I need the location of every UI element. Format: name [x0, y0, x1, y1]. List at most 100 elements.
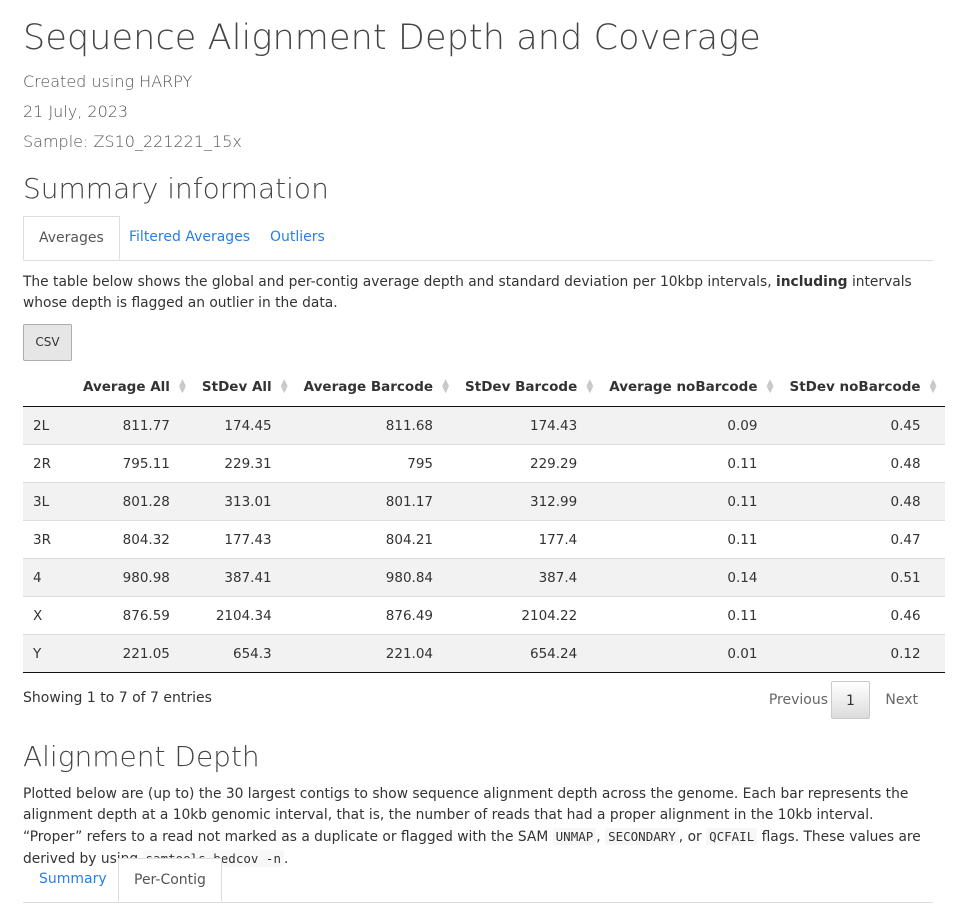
cell-stdev-all: 654.3	[193, 634, 296, 673]
column-header-label: StDev Barcode	[465, 379, 578, 395]
cell-average-all: 980.98	[74, 558, 194, 597]
depth-desc-sep: ,	[596, 829, 606, 845]
code-unmap: UNMAP	[552, 828, 597, 845]
cell-stdev-all: 174.45	[224, 417, 272, 434]
table-info: Showing 1 to 7 of 7 entries	[23, 690, 212, 706]
column-header-label: Average All	[82, 379, 170, 395]
column-header-label: StDev All	[201, 379, 272, 395]
cell-average-all: 221.05	[74, 634, 194, 673]
cell-average-all: 795.11	[74, 444, 194, 483]
column-header-average-all[interactable]: Average All ▲ ▼	[74, 368, 194, 407]
tab-per-contig[interactable]: Per-Contig	[118, 858, 222, 902]
column-header-stdev-nobarcode[interactable]: StDev noBarcode ▲ ▼	[781, 368, 945, 407]
cell-stdev-nobarcode: 0.45	[890, 417, 921, 434]
tab-averages[interactable]: Averages	[23, 216, 120, 260]
cell-stdev-barcode: 654.24	[457, 634, 602, 673]
sort-icon: ▲ ▼	[178, 378, 186, 395]
cell-contig: 3L	[23, 482, 75, 521]
column-header-average-nobarcode[interactable]: Average noBarcode ▲ ▼	[601, 368, 782, 407]
table-row: 3L 801.28 313.01 801.17 312.99 0.11 0.48	[23, 482, 945, 521]
cell-stdev-nobarcode: 0.47	[781, 520, 945, 559]
cell-stdev-nobarcode: 0.46	[781, 596, 945, 635]
cell-stdev-all: 2104.34	[193, 596, 296, 635]
tab-summary[interactable]: Summary	[24, 858, 122, 901]
sort-icon: ▲ ▼	[280, 378, 288, 395]
depth-desc-sep: , or	[678, 829, 707, 845]
column-header-stdev-barcode[interactable]: StDev Barcode ▲ ▼	[457, 368, 602, 407]
summary-description: The table below shows the global and per…	[23, 272, 935, 314]
cell-stdev-barcode: 177.4	[457, 520, 602, 559]
pagination-previous[interactable]: Previous	[769, 681, 828, 719]
report-date: 21 July, 2023	[23, 102, 129, 121]
table-header-row: Average All ▲ ▼ StDev All ▲ ▼ Average Barcod…	[23, 368, 945, 407]
cell-stdev-barcode: 174.43	[529, 417, 578, 434]
cell-average-barcode: 804.21	[295, 520, 458, 559]
table-row: 3R 804.32 177.43 804.21 177.4 0.11 0.47	[23, 520, 945, 559]
cell-stdev-barcode: 312.99	[457, 482, 602, 521]
sort-icon: ▲ ▼	[766, 378, 774, 395]
cell-contig: 3R	[23, 520, 75, 559]
page-title: Sequence Alignment Depth and Coverage	[23, 18, 761, 58]
pagination: Previous 1 Next	[733, 681, 933, 719]
tab-filtered-averages[interactable]: Filtered Averages	[114, 216, 265, 259]
sort-icon: ▲ ▼	[586, 378, 594, 395]
summary-table: Average All ▲ ▼ StDev All ▲ ▼ Average Barcod…	[23, 368, 945, 673]
column-header-label: Average Barcode	[303, 379, 434, 395]
cell-contig: Y	[23, 634, 75, 673]
depth-tabs: Summary Per-Contig	[23, 858, 933, 903]
cell-stdev-nobarcode: 0.48	[781, 444, 945, 483]
cell-average-all: 876.59	[74, 596, 194, 635]
cell-average-barcode: 221.04	[295, 634, 458, 673]
cell-average-all: 801.28	[74, 482, 194, 521]
column-header-label: Average noBarcode	[609, 379, 758, 395]
pagination-page-current[interactable]: 1	[831, 681, 870, 719]
cell-average-nobarcode: 0.11	[601, 482, 782, 521]
cell-average-nobarcode: 0.11	[601, 596, 782, 635]
cell-average-barcode: 801.17	[295, 482, 458, 521]
cell-average-all: 804.32	[74, 520, 194, 559]
sample-name: Sample: ZS10_221221_15x	[23, 132, 242, 151]
cell-stdev-nobarcode: 0.51	[781, 558, 945, 597]
table-row: 4 980.98 387.41 980.84 387.4 0.14 0.51	[23, 558, 945, 597]
column-header-average-barcode[interactable]: Average Barcode ▲ ▼	[295, 368, 458, 407]
column-header-label: StDev noBarcode	[789, 379, 921, 395]
cell-average-nobarcode: 0.14	[601, 558, 782, 597]
summary-heading: Summary information	[23, 172, 329, 205]
cell-stdev-barcode: 387.4	[457, 558, 602, 597]
column-header-stdev-all[interactable]: StDev All ▲ ▼	[193, 368, 296, 407]
cell-contig: 2L	[33, 417, 50, 434]
cell-average-nobarcode: 0.01	[601, 634, 782, 673]
column-header-contig[interactable]	[23, 368, 75, 407]
cell-stdev-all: 387.41	[193, 558, 296, 597]
cell-stdev-barcode: 229.29	[457, 444, 602, 483]
cell-stdev-all: 313.01	[193, 482, 296, 521]
summary-desc-bold: including	[775, 274, 848, 290]
table-row: 2R 795.11 229.31 795 229.29 0.11 0.48	[23, 444, 945, 483]
code-qcfail: QCFAIL	[706, 828, 758, 845]
cell-average-all: 811.77	[122, 417, 170, 434]
alignment-depth-heading: Alignment Depth	[23, 740, 260, 773]
cell-contig: 2R	[23, 444, 75, 483]
cell-stdev-nobarcode: 0.48	[781, 482, 945, 521]
cell-average-barcode: 980.84	[295, 558, 458, 597]
summary-desc-pre: The table below shows the global and per…	[23, 274, 776, 290]
cell-contig: 4	[23, 558, 75, 597]
cell-average-barcode: 811.68	[385, 417, 434, 434]
cell-average-nobarcode: 0.09	[727, 417, 758, 434]
cell-stdev-all: 177.43	[193, 520, 296, 559]
cell-average-barcode: 876.49	[295, 596, 458, 635]
sort-icon: ▲ ▼	[929, 378, 937, 395]
pagination-next[interactable]: Next	[885, 681, 918, 719]
table-row: X 876.59 2104.34 876.49 2104.22 0.11 0.4…	[23, 596, 945, 635]
code-secondary: SECONDARY	[605, 828, 679, 845]
cell-stdev-all: 229.31	[193, 444, 296, 483]
sort-icon: ▲ ▼	[442, 378, 450, 395]
created-by: Created using HARPY	[23, 72, 193, 91]
csv-export-button[interactable]: CSV	[23, 324, 72, 361]
cell-stdev-nobarcode: 0.12	[781, 634, 945, 673]
tab-outliers[interactable]: Outliers	[255, 216, 340, 259]
cell-average-barcode: 795	[295, 444, 458, 483]
cell-contig: X	[23, 596, 75, 635]
cell-average-nobarcode: 0.11	[601, 444, 782, 483]
table-row: Y 221.05 654.3 221.04 654.24 0.01 0.12	[23, 634, 945, 673]
